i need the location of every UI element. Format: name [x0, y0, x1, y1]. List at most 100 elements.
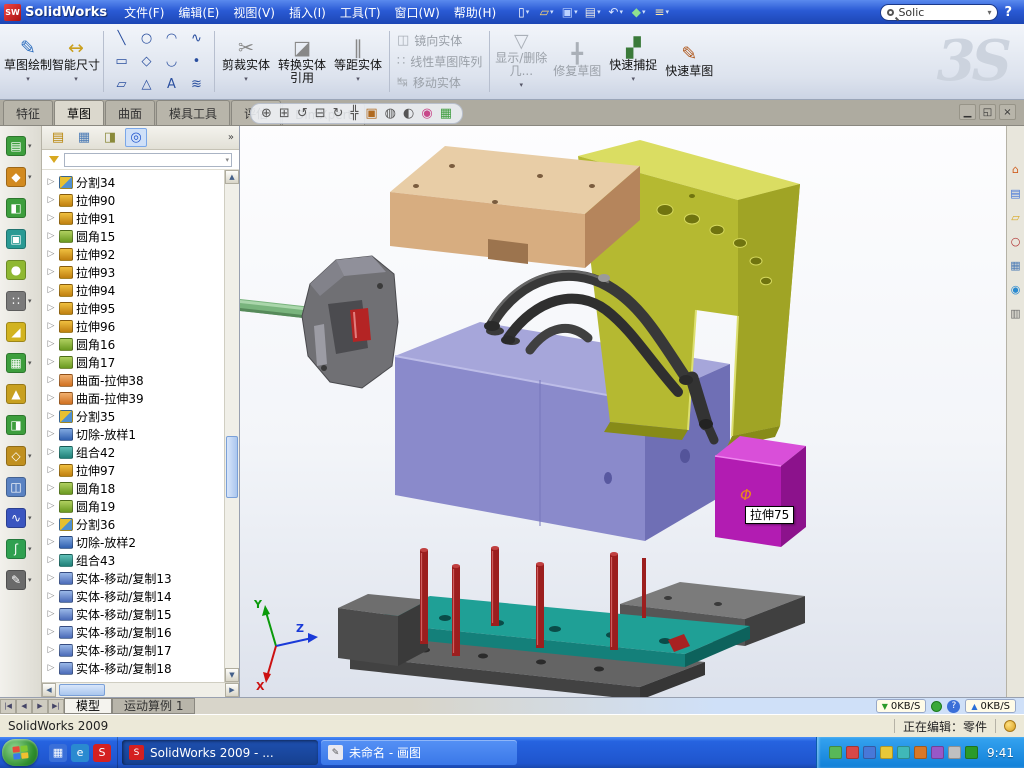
arc-tool-icon[interactable]: ◠ — [159, 27, 184, 50]
minimize-icon[interactable]: ▁ — [959, 104, 976, 120]
browser-icon[interactable]: e — [71, 744, 89, 762]
expand-arrow-icon[interactable]: ▷ — [46, 609, 56, 619]
search-input[interactable]: Solic — [898, 6, 983, 19]
tree-item[interactable]: ▷ 实体-移动/复制16 — [44, 623, 221, 641]
new-document-icon[interactable]: ▯▾ — [513, 3, 534, 21]
document-tab[interactable]: 运动算例 1 — [112, 698, 195, 714]
fillet-icon[interactable]: ◢ — [6, 317, 35, 346]
scroll-down-icon[interactable]: ▼ — [225, 668, 239, 682]
search-dropdown-icon[interactable]: ▾ — [987, 8, 991, 17]
options-icon[interactable]: ≡▾ — [651, 3, 672, 21]
tray-icon[interactable] — [829, 746, 842, 759]
command-button[interactable]: ✎ 草图绘制 ▾ — [4, 27, 52, 96]
triangle-tool-icon[interactable]: △ — [134, 73, 159, 96]
rib-icon[interactable]: ◇ ▾ — [6, 441, 35, 470]
ribbon-tab[interactable]: 模具工具 — [156, 100, 230, 125]
menu-item[interactable]: 窗口(W) — [388, 1, 447, 24]
tree-item[interactable]: ▷ 曲面-拉伸38 — [44, 371, 221, 389]
command-button[interactable]: ◫ 镜向实体 — [397, 32, 482, 49]
taskbar-task[interactable]: ✎ 未命名 - 画图 — [321, 740, 517, 765]
rotate-view-icon[interactable]: ↻ — [333, 107, 344, 120]
search-box[interactable]: Solic ▾ — [880, 4, 998, 21]
menu-item[interactable]: 视图(V) — [226, 1, 282, 24]
expand-arrow-icon[interactable]: ▷ — [46, 447, 56, 457]
tray-icon[interactable] — [931, 746, 944, 759]
tree-item[interactable]: ▷ 组合42 — [44, 443, 221, 461]
expand-arrow-icon[interactable]: ▷ — [46, 195, 56, 205]
zoom-fit-icon[interactable]: ⊕ — [261, 107, 272, 120]
menu-item[interactable]: 帮助(H) — [447, 1, 503, 24]
tab-scroll-button[interactable]: ▶ — [32, 699, 48, 714]
command-button[interactable]: ╋ 修复草图 — [549, 27, 605, 96]
expand-arrow-icon[interactable]: ▷ — [46, 501, 56, 511]
tree-item[interactable]: ▷ 圆角16 — [44, 335, 221, 353]
polygon-tool-icon[interactable]: ◇ — [134, 50, 159, 73]
scrollbar-thumb[interactable] — [59, 684, 105, 696]
command-button[interactable]: ✂ 剪裁实体 ▾ — [218, 27, 274, 96]
expand-arrow-icon[interactable]: ▷ — [46, 393, 56, 403]
expand-arrow-icon[interactable]: ▷ — [46, 573, 56, 583]
question-icon[interactable]: ? — [947, 700, 960, 713]
pattern-icon[interactable]: ∷ ▾ — [6, 286, 35, 315]
scrollbar-thumb[interactable] — [226, 436, 238, 498]
menu-item[interactable]: 编辑(E) — [171, 1, 226, 24]
tree-item[interactable]: ▷ 拉伸96 — [44, 317, 221, 335]
configurationmanager-tab-icon[interactable]: ◨ — [99, 128, 121, 147]
tray-icon[interactable] — [965, 746, 978, 759]
tray-icon[interactable] — [914, 746, 927, 759]
linear-pattern-icon[interactable]: ▦ ▾ — [6, 348, 35, 377]
text-tool-icon[interactable]: A — [159, 73, 184, 96]
tree-item[interactable]: ▷ 圆角15 — [44, 227, 221, 245]
tree-item[interactable]: ▷ 曲面-拉伸39 — [44, 389, 221, 407]
tangent-arc-tool-icon[interactable]: ◡ — [159, 50, 184, 73]
zoom-area-icon[interactable]: ⊞ — [279, 107, 290, 120]
tree-item[interactable]: ▷ 切除-放样2 — [44, 533, 221, 551]
left-rail-block[interactable] — [338, 594, 428, 666]
side-insert-block[interactable]: Φ — [715, 436, 806, 547]
expand-arrow-icon[interactable]: ▷ — [46, 465, 56, 475]
tab-scroll-button[interactable]: |◀ — [0, 699, 16, 714]
start-button[interactable] — [2, 739, 38, 766]
command-button[interactable]: ◪ 转换实体引用 — [274, 27, 330, 96]
section-view-icon[interactable]: ⊟ — [315, 107, 326, 120]
design-library-icon[interactable]: ▤ — [1008, 186, 1023, 201]
tree-item[interactable]: ▷ 拉伸90 — [44, 191, 221, 209]
draft-icon[interactable]: ▲ — [6, 379, 35, 408]
expand-arrow-icon[interactable]: ▷ — [46, 249, 56, 259]
tree-item[interactable]: ▷ 实体-移动/复制17 — [44, 641, 221, 659]
expand-arrow-icon[interactable]: ▷ — [46, 591, 56, 601]
expand-arrow-icon[interactable]: ▷ — [46, 357, 56, 367]
rectangle-tool-icon[interactable]: ▭ — [109, 50, 134, 73]
expand-arrow-icon[interactable]: ▷ — [46, 285, 56, 295]
show-desktop-icon[interactable]: ▦ — [49, 744, 67, 762]
tree-item[interactable]: ▷ 实体-移动/复制14 — [44, 587, 221, 605]
boundary-boss-icon[interactable]: ● — [6, 255, 35, 284]
search-tab-icon[interactable]: ○ — [1008, 234, 1023, 249]
lofted-boss-icon[interactable]: ▣ — [6, 224, 35, 253]
expand-arrow-icon[interactable]: ▷ — [46, 321, 56, 331]
mirror-icon[interactable]: ◫ — [6, 472, 35, 501]
ribbon-tab[interactable]: 草图 — [54, 100, 104, 125]
file-explorer-icon[interactable]: ▱ — [1008, 210, 1023, 225]
revolve-boss-icon[interactable]: ◆ ▾ — [6, 162, 35, 191]
tab-scroll-button[interactable]: ▶| — [48, 699, 64, 714]
expand-arrow-icon[interactable]: ▷ — [46, 303, 56, 313]
dimxpertmanager-tab-icon[interactable]: ◎ — [125, 128, 147, 147]
filter-funnel-icon[interactable] — [49, 156, 59, 163]
close-icon[interactable]: × — [999, 104, 1016, 120]
tree-item[interactable]: ▷ 实体-移动/复制15 — [44, 605, 221, 623]
tree-item[interactable]: ▷ 组合43 — [44, 551, 221, 569]
menu-item[interactable]: 插入(I) — [282, 1, 333, 24]
spline-tool-icon[interactable]: ∿ — [184, 27, 209, 50]
resources-home-icon[interactable]: ⌂ — [1008, 162, 1023, 177]
menu-item[interactable]: 工具(T) — [333, 1, 388, 24]
expand-arrow-icon[interactable]: ▷ — [46, 483, 56, 493]
expand-arrow-icon[interactable]: ▷ — [46, 663, 56, 673]
tree-item[interactable]: ▷ 圆角18 — [44, 479, 221, 497]
help-icon[interactable]: ? — [1004, 5, 1012, 20]
tree-item[interactable]: ▷ 分割34 — [44, 173, 221, 191]
expand-arrow-icon[interactable]: ▷ — [46, 375, 56, 385]
scroll-right-icon[interactable]: ▶ — [225, 683, 239, 697]
ribbon-tab[interactable]: 曲面 — [105, 100, 155, 125]
point-tool-icon[interactable]: • — [184, 50, 209, 73]
